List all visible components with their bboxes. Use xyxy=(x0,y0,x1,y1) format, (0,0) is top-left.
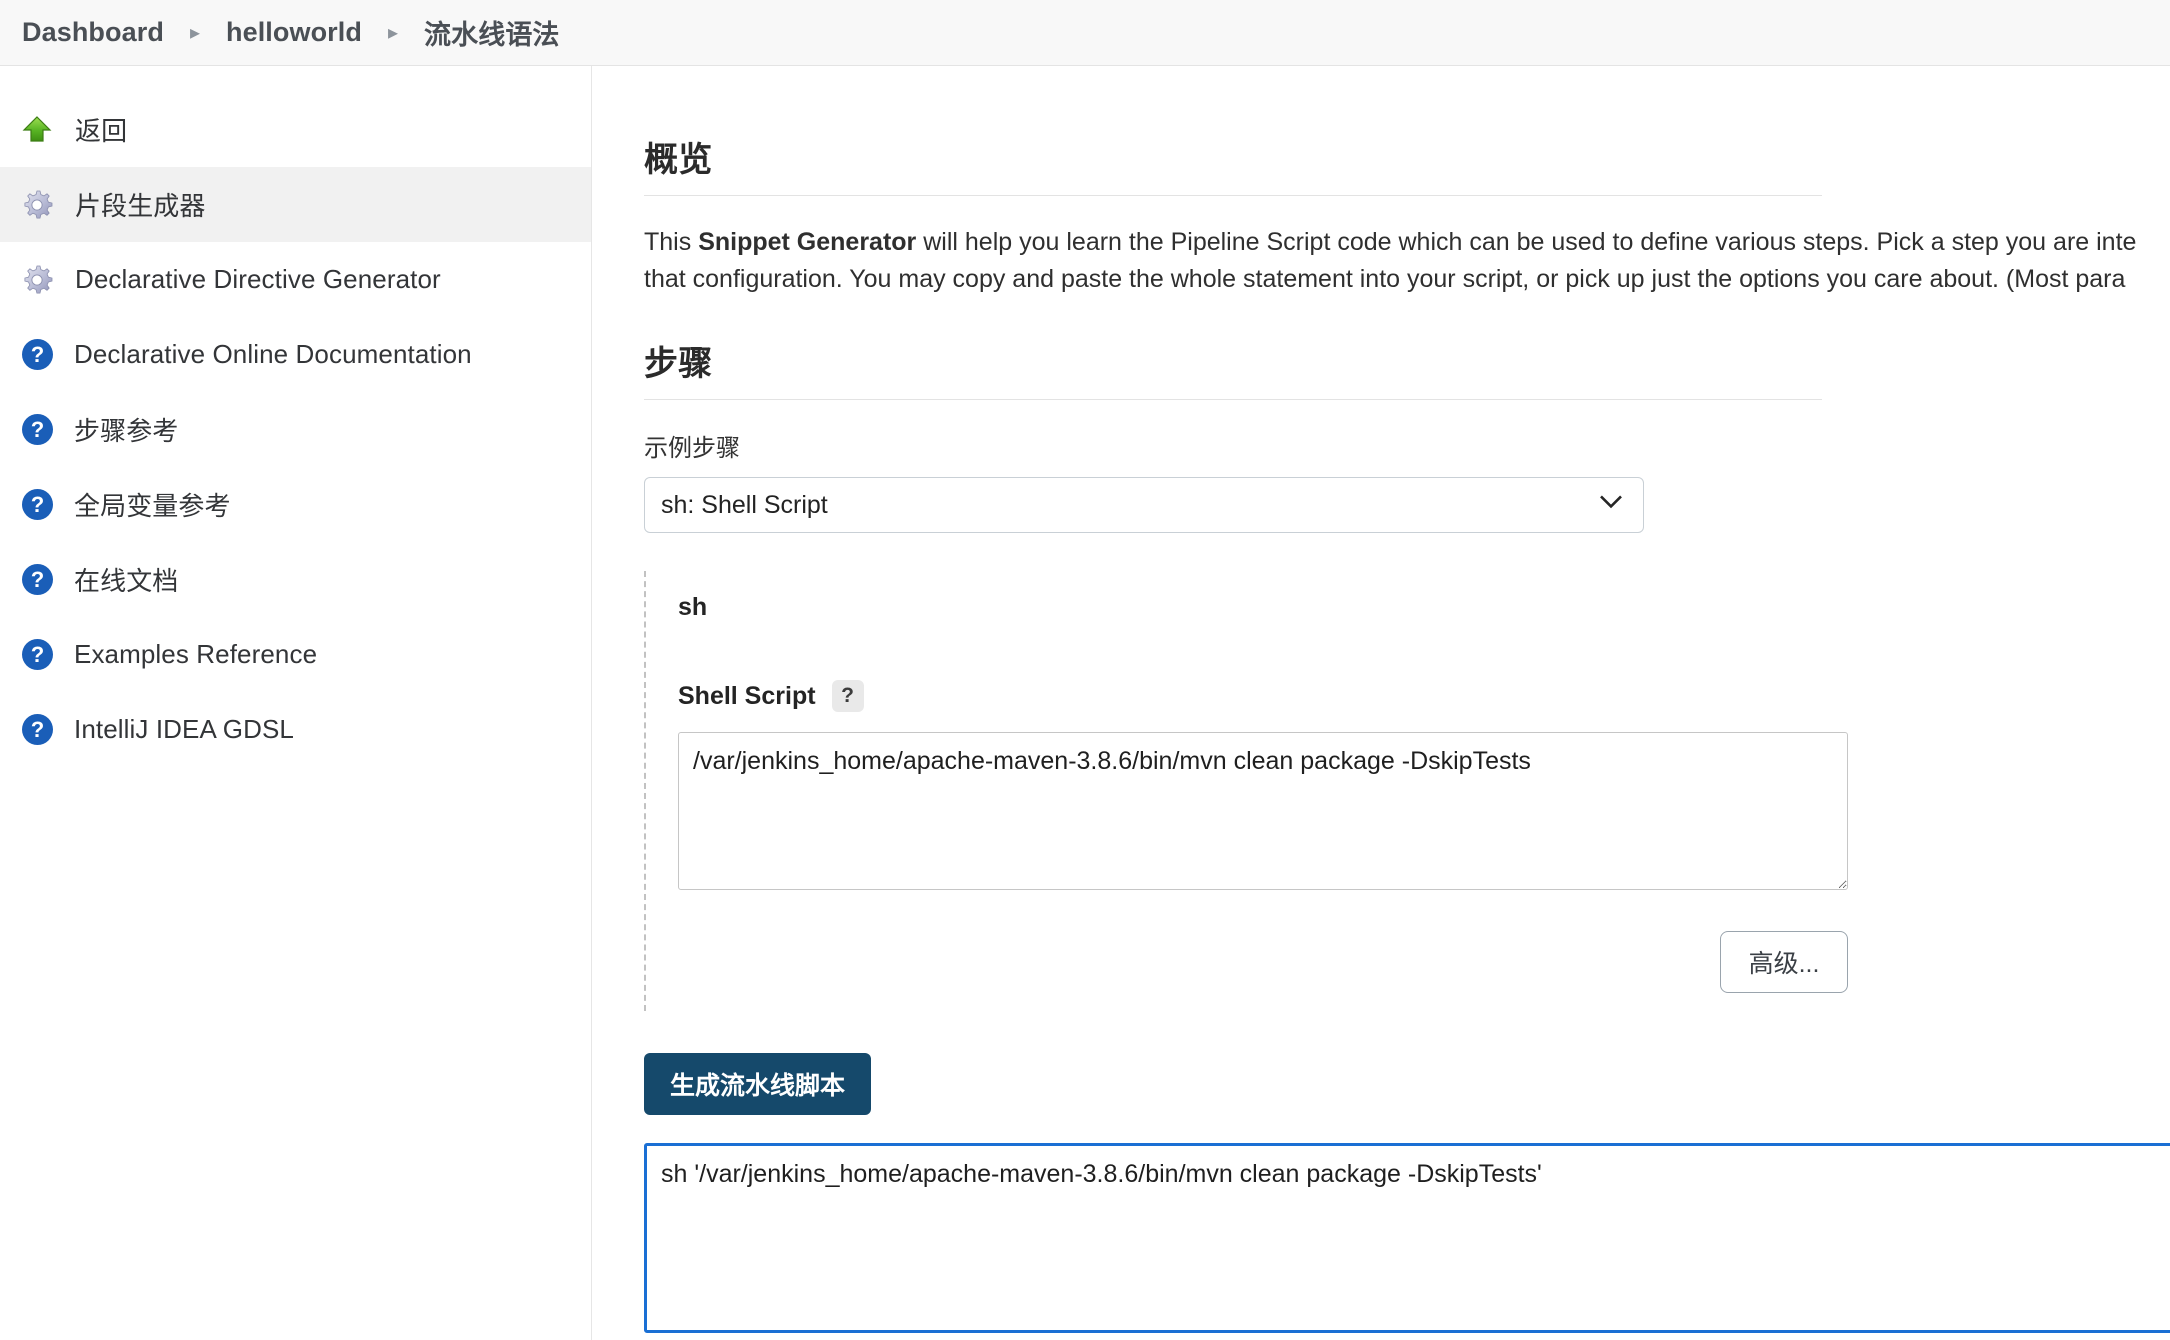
gear-icon xyxy=(20,263,54,297)
sidebar-item-back[interactable]: 返回 xyxy=(0,92,591,167)
sidebar-item-step-reference[interactable]: ? 步骤参考 xyxy=(0,392,591,467)
generate-pipeline-script-button[interactable]: 生成流水线脚本 xyxy=(644,1053,872,1115)
advanced-row: 高级... xyxy=(678,931,1848,993)
gear-icon xyxy=(20,188,54,222)
up-arrow-icon xyxy=(20,113,54,147)
sidebar-item-examples-reference[interactable]: ? Examples Reference xyxy=(0,617,591,692)
sidebar-item-label: 返回 xyxy=(75,116,128,146)
shell-script-param-row: Shell Script ? xyxy=(678,680,1962,712)
main-content: 概览 This Snippet Generator will help you … xyxy=(592,66,2170,1340)
shell-script-label: Shell Script xyxy=(678,681,816,710)
sidebar-item-label: IntelliJ IDEA GDSL xyxy=(74,714,294,744)
breadcrumb-item-pipeline-syntax[interactable]: 流水线语法 xyxy=(424,13,560,52)
help-icon: ? xyxy=(22,714,53,745)
help-icon: ? xyxy=(22,339,53,370)
breadcrumb-item-helloworld[interactable]: helloworld xyxy=(226,17,362,48)
sidebar-item-online-documentation[interactable]: ? 在线文档 xyxy=(0,542,591,617)
sidebar-item-intellij-idea-gdsl[interactable]: ? IntelliJ IDEA GDSL xyxy=(0,692,591,767)
sidebar-item-global-variable-reference[interactable]: ? 全局变量参考 xyxy=(0,467,591,542)
sidebar-item-snippet-generator[interactable]: 片段生成器 xyxy=(0,167,591,242)
shell-script-input[interactable] xyxy=(678,732,1848,890)
steps-heading: 步骤 xyxy=(644,345,713,383)
breadcrumb-item-dashboard[interactable]: Dashboard xyxy=(22,17,164,48)
generated-script-output[interactable] xyxy=(644,1143,2170,1333)
help-icon[interactable]: ? xyxy=(831,680,864,712)
breadcrumb-separator: ▸ xyxy=(189,21,200,44)
overview-paragraph: This Snippet Generator will help you lea… xyxy=(644,224,2170,298)
step-name-label: sh xyxy=(678,593,708,621)
help-icon: ? xyxy=(22,639,53,670)
sidebar-item-label: 在线文档 xyxy=(74,566,179,596)
sample-step-select[interactable]: sh: Shell Script xyxy=(644,477,1644,533)
sample-step-label: 示例步骤 xyxy=(644,435,740,462)
sidebar-item-label: 全局变量参考 xyxy=(74,491,231,521)
breadcrumb: Dashboard ▸ helloworld ▸ 流水线语法 xyxy=(0,0,2170,66)
sidebar-item-label: 片段生成器 xyxy=(75,191,206,221)
overview-divider xyxy=(644,195,1822,196)
sidebar-item-label: Declarative Online Documentation xyxy=(74,339,472,369)
sidebar-item-label: Declarative Directive Generator xyxy=(75,264,441,294)
overview-heading: 概览 xyxy=(644,141,713,179)
overview-paragraph-prefix: This xyxy=(644,228,699,256)
breadcrumb-separator: ▸ xyxy=(387,21,399,44)
sidebar-item-declarative-online-documentation[interactable]: ? Declarative Online Documentation xyxy=(0,317,591,392)
step-select-wrapper: sh: Shell Script xyxy=(644,477,1644,533)
steps-divider xyxy=(644,399,1822,400)
advanced-button[interactable]: 高级... xyxy=(1720,931,1848,993)
sidebar-item-declarative-directive-generator[interactable]: Declarative Directive Generator xyxy=(0,242,591,317)
help-icon: ? xyxy=(22,489,53,520)
sidebar-item-label: 步骤参考 xyxy=(74,416,179,446)
help-icon: ? xyxy=(22,564,53,595)
sidebar: 返回 片段生成器 Declarative Directive Generator… xyxy=(0,66,592,1340)
step-config-block: sh Shell Script ? 高级... xyxy=(644,571,1962,1011)
sidebar-item-label: Examples Reference xyxy=(74,639,318,669)
overview-paragraph-bold: Snippet Generator xyxy=(698,228,917,256)
help-icon: ? xyxy=(22,414,53,445)
